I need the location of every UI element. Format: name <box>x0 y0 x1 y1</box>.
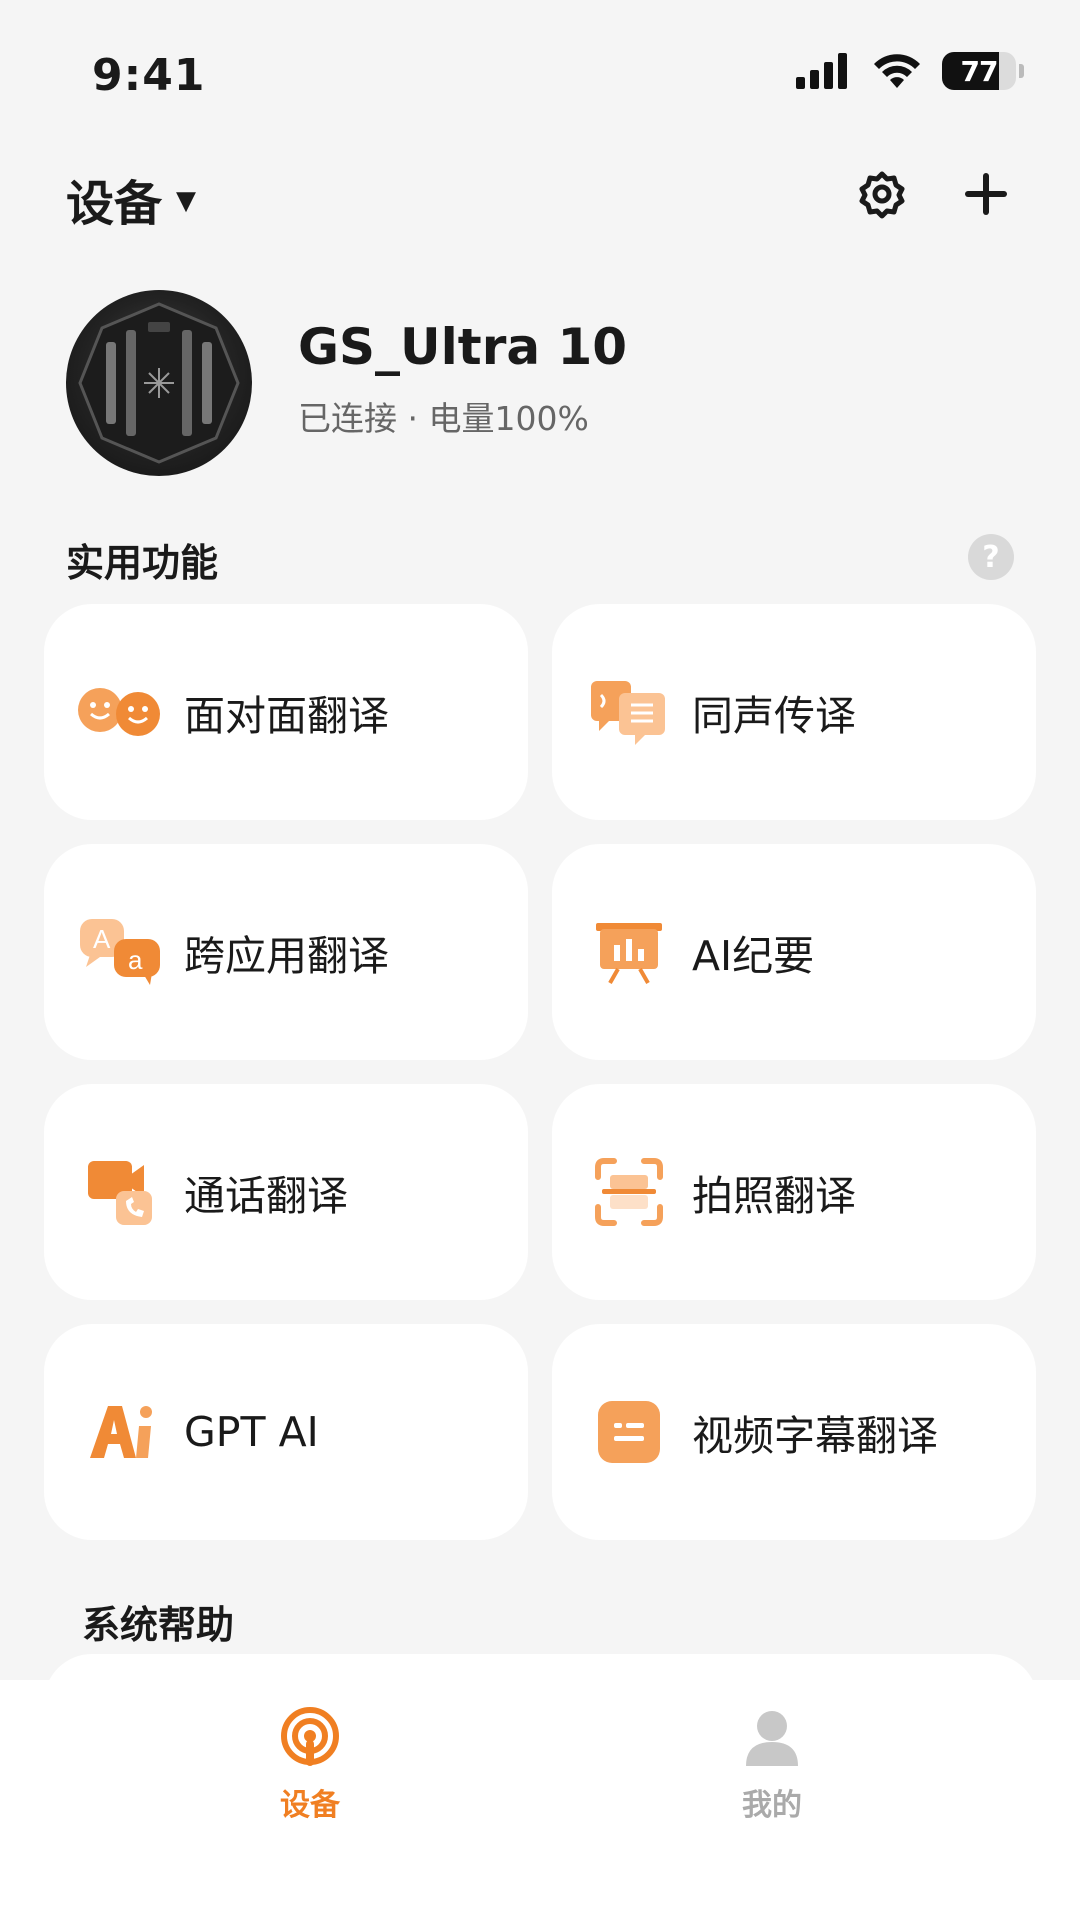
cellular-signal-icon <box>796 53 847 89</box>
feature-label: 同声传译 <box>692 692 856 740</box>
battery-level: 77 <box>960 54 999 88</box>
device-switcher[interactable]: 设备 ▼ <box>66 164 196 234</box>
plus-icon <box>965 173 1007 215</box>
wifi-icon <box>874 54 920 88</box>
presentation-icon <box>584 907 674 997</box>
svg-text:A: A <box>93 924 111 954</box>
status-icons: 77 <box>796 52 1024 90</box>
cross-app-icon: A a <box>76 907 166 997</box>
feature-cross-app[interactable]: A a 跨应用翻译 <box>44 844 528 1060</box>
device-name: GS_Ultra 10 <box>298 318 628 376</box>
device-card[interactable]: GS_Ultra 10 已连接 · 电量100% <box>66 290 1016 476</box>
feature-label: GPT AI <box>184 1408 319 1456</box>
feature-simultaneous[interactable]: 同声传译 <box>552 604 1036 820</box>
settings-button[interactable] <box>856 168 908 220</box>
scan-icon <box>584 1147 674 1237</box>
tab-bar: 设备 我的 <box>0 1680 1080 1920</box>
gear-icon <box>859 171 905 219</box>
feature-label: 拍照翻译 <box>692 1172 856 1220</box>
feature-label: AI纪要 <box>692 932 815 980</box>
user-icon <box>746 1711 798 1766</box>
header: 设备 ▼ <box>0 150 1080 240</box>
call-icon <box>76 1147 166 1237</box>
features-section-title: 实用功能 <box>66 541 219 585</box>
device-status: 已连接 · 电量100% <box>298 399 589 438</box>
feature-label: 视频字幕翻译 <box>692 1412 938 1460</box>
feature-video-subtitle[interactable]: 视频字幕翻译 <box>552 1324 1036 1540</box>
feature-photo-translate[interactable]: 拍照翻译 <box>552 1084 1036 1300</box>
feature-call-translate[interactable]: 通话翻译 <box>44 1084 528 1300</box>
tab-mine[interactable]: 我的 <box>672 1706 872 1824</box>
feature-face-to-face[interactable]: 面对面翻译 <box>44 604 528 820</box>
status-time: 9:41 <box>92 50 206 101</box>
device-image <box>66 290 252 476</box>
help-section-title: 系统帮助 <box>82 1603 235 1647</box>
feature-label: 跨应用翻译 <box>184 932 389 980</box>
device-page: 9:41 77 设备 ▼ GS_Ultra 10 已连接 · 电量100% 实用… <box>0 0 1080 1920</box>
page-title: 设备 <box>66 176 163 232</box>
feature-label: 面对面翻译 <box>184 692 389 740</box>
feature-ai-minutes[interactable]: AI纪要 <box>552 844 1036 1060</box>
simultaneous-icon <box>584 667 674 757</box>
add-device-button[interactable] <box>960 168 1012 220</box>
help-icon[interactable]: ? <box>968 534 1014 580</box>
svg-text:a: a <box>128 945 143 975</box>
tab-device[interactable]: 设备 <box>210 1706 410 1824</box>
feature-label: 通话翻译 <box>184 1172 348 1220</box>
device-tab-icon <box>281 1707 339 1766</box>
subtitle-icon <box>584 1387 674 1477</box>
feature-gpt-ai[interactable]: GPT AI <box>44 1324 528 1540</box>
tab-label: 设备 <box>280 1788 340 1823</box>
tab-label: 我的 <box>742 1788 802 1823</box>
battery-icon: 77 <box>942 52 1016 90</box>
caret-down-icon: ▼ <box>176 186 197 216</box>
ai-icon <box>76 1387 166 1477</box>
face-to-face-icon <box>76 667 166 757</box>
status-bar: 9:41 77 <box>0 0 1080 150</box>
header-actions <box>856 168 1012 220</box>
